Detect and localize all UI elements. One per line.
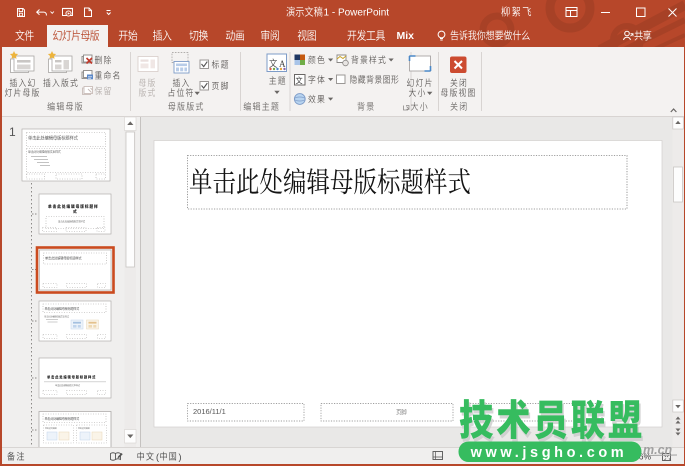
svg-text:2016/11/1: 2016/11/1 <box>193 407 226 416</box>
svg-text:A: A <box>279 59 286 69</box>
svg-text:1: 1 <box>9 125 16 139</box>
svg-text:www.jsgho.com: www.jsgho.com <box>470 445 628 461</box>
svg-text:1 - PowerPoint: 1 - PowerPoint <box>324 7 390 18</box>
svg-text:): ) <box>179 452 182 462</box>
svg-text:Mix: Mix <box>397 30 415 42</box>
svg-text:(: ( <box>156 452 159 462</box>
